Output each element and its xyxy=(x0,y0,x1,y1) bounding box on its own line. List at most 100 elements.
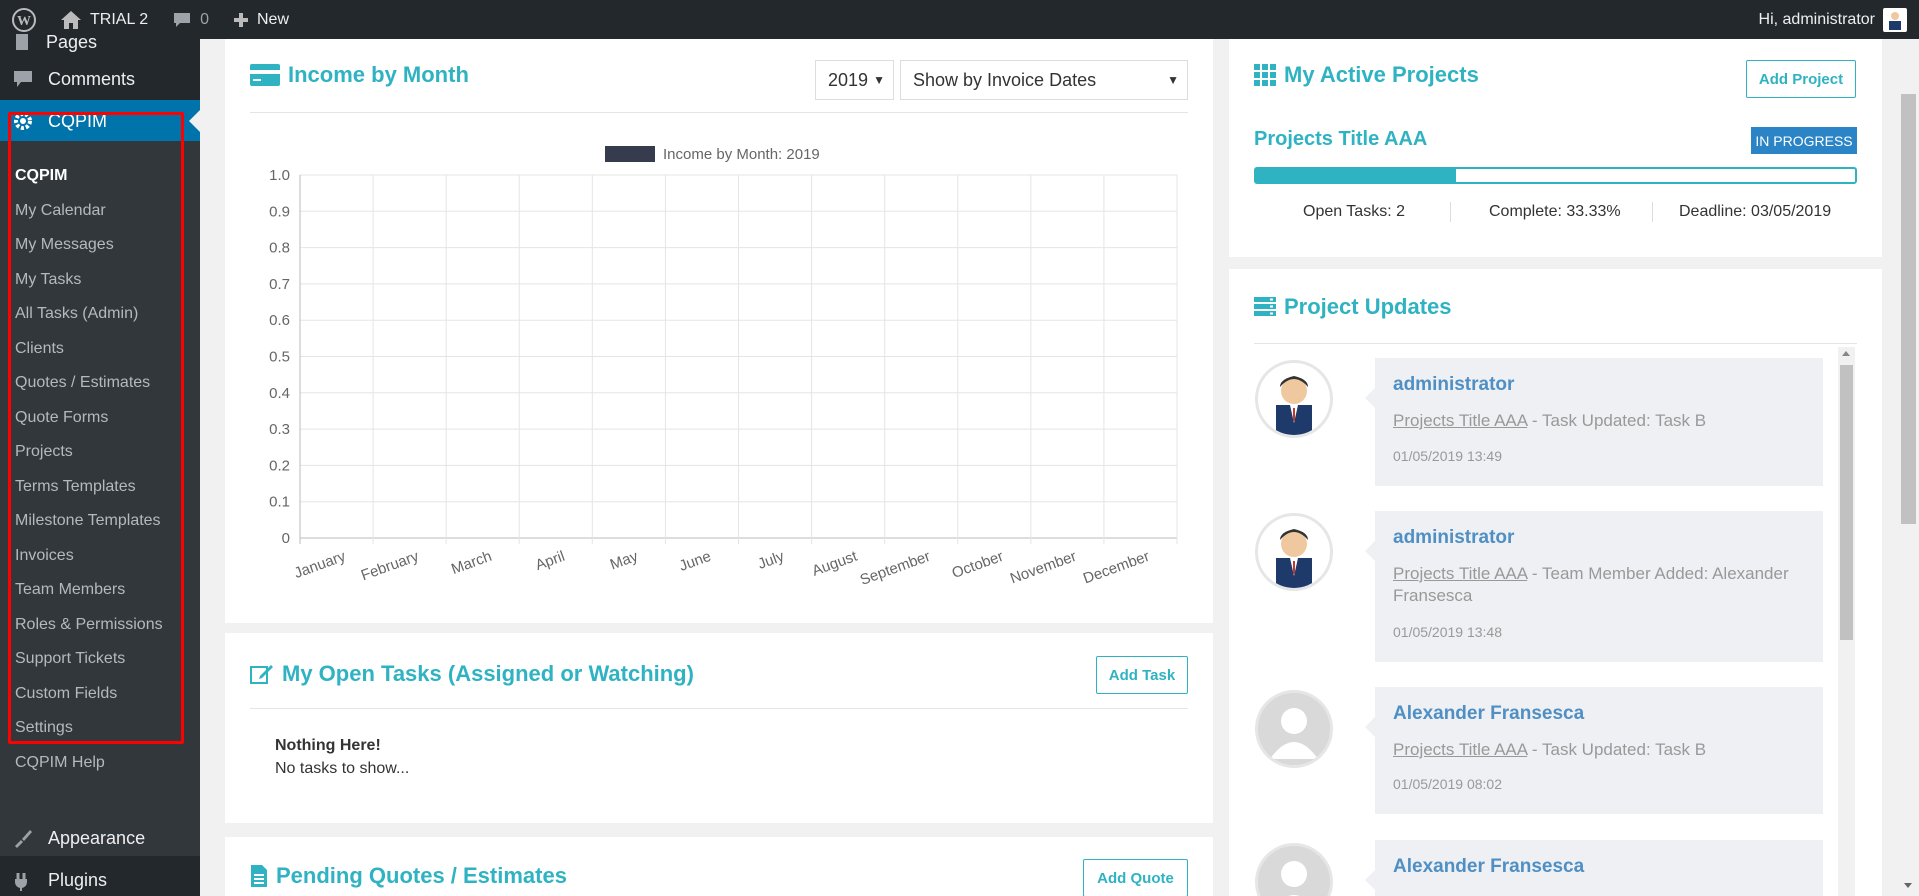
businessman-avatar-icon xyxy=(1276,529,1312,588)
menu-pages-label: Pages xyxy=(46,31,98,52)
complete-stat: Complete: 33.33% xyxy=(1489,203,1621,220)
user-avatar-icon xyxy=(1889,11,1901,30)
projects-title: My Active Projects xyxy=(1254,62,1479,88)
menu-comments-label: Comments xyxy=(48,68,136,89)
tasks-title: My Open Tasks (Assigned or Watching) xyxy=(250,661,694,687)
year-select-value: 2019 xyxy=(828,69,869,90)
income-title-text: Income by Month xyxy=(288,62,469,87)
update-card-pointer xyxy=(1365,541,1375,561)
document-icon xyxy=(251,865,267,887)
menu-plugins[interactable]: Plugins xyxy=(0,859,200,896)
x-tick-label: February xyxy=(359,548,422,585)
projects-title-text: My Active Projects xyxy=(1284,62,1479,87)
x-tick-label: March xyxy=(449,548,494,578)
update-card-pointer xyxy=(1365,717,1375,737)
add-project-button[interactable]: Add Project xyxy=(1746,60,1856,98)
menu-plugins-label: Plugins xyxy=(48,869,108,890)
page-scrollbar-thumb[interactable] xyxy=(1901,94,1916,524)
update-time: 01/05/2019 08:02 xyxy=(1393,776,1502,792)
credit-card-icon xyxy=(250,64,280,86)
avatar xyxy=(1255,360,1333,438)
x-tick-label: July xyxy=(756,548,787,573)
y-tick-label: 0.3 xyxy=(269,421,290,438)
menu-comments[interactable]: Comments xyxy=(0,58,200,100)
new-label: New xyxy=(257,10,290,28)
status-badge: IN PROGRESS xyxy=(1751,127,1857,154)
default-user-icon xyxy=(1281,861,1307,896)
chart-grid xyxy=(299,174,1178,544)
updates-title-text: Project Updates xyxy=(1284,294,1452,319)
comments-icon xyxy=(14,71,32,87)
add-quote-button[interactable]: Add Quote xyxy=(1083,859,1188,896)
update-user[interactable]: administrator xyxy=(1393,527,1514,549)
project-progress-fill xyxy=(1256,169,1456,182)
x-tick-label: January xyxy=(292,548,348,582)
grid-icon xyxy=(1254,64,1276,86)
y-tick-label: 0.1 xyxy=(269,494,290,511)
y-tick-label: 0.6 xyxy=(269,312,290,329)
chart-legend: Income by Month: 2019 xyxy=(605,146,820,163)
y-tick-label: 0.7 xyxy=(269,276,290,293)
update-time: 01/05/2019 13:49 xyxy=(1393,448,1502,464)
update-message: Projects Title AAA - Task Updated: Task … xyxy=(1393,739,1813,761)
x-tick-label: August xyxy=(810,548,860,580)
chart-y-axis: 1.0 0.9 0.8 0.7 0.6 0.5 0.4 0.3 0.2 0.1 0 xyxy=(269,167,290,547)
income-chart: Income by Month: 2019 1.0 0.9 0.8 0.7 0.6 0.5… xyxy=(269,146,1178,589)
menu-appearance[interactable]: Appearance xyxy=(0,817,200,859)
y-tick-label: 0.5 xyxy=(269,349,290,366)
update-project-link[interactable]: Projects Title AAA xyxy=(1393,740,1527,759)
updates-divider xyxy=(1254,343,1857,344)
menu-pages[interactable]: Pages xyxy=(0,25,200,59)
update-user[interactable]: Alexander Fransesca xyxy=(1393,856,1584,878)
tasks-empty-message: No tasks to show... xyxy=(275,760,410,777)
income-divider xyxy=(250,112,1188,113)
quotes-title: Pending Quotes / Estimates xyxy=(250,863,567,889)
scroll-up-arrow-icon[interactable] xyxy=(1842,351,1850,356)
x-tick-label: May xyxy=(608,548,641,574)
avatar xyxy=(1255,690,1333,768)
update-user[interactable]: Alexander Fransesca xyxy=(1393,703,1584,725)
show-by-select-value: Show by Invoice Dates xyxy=(913,69,1097,90)
y-tick-label: 0.2 xyxy=(269,457,290,474)
x-tick-label: November xyxy=(1008,548,1079,588)
x-tick-label: April xyxy=(533,548,567,574)
legend-label: Income by Month: 2019 xyxy=(663,146,820,163)
update-card-pointer xyxy=(1365,388,1375,408)
updates-scrollbar[interactable] xyxy=(1838,347,1855,896)
show-by-select[interactable]: Show by Invoice Dates ▼ xyxy=(900,60,1188,100)
update-card-pointer xyxy=(1365,870,1375,890)
businessman-avatar-icon xyxy=(1276,376,1312,435)
chart-x-axis: January February March April May June July Augu… xyxy=(292,548,1152,589)
submenu-item-cqpim-help[interactable]: CQPIM Help xyxy=(0,746,200,781)
server-icon xyxy=(1254,297,1276,316)
tasks-title-text: My Open Tasks (Assigned or Watching) xyxy=(282,661,694,686)
plus-icon xyxy=(234,12,248,27)
edit-icon xyxy=(250,665,273,684)
default-user-icon xyxy=(1270,708,1318,759)
tasks-empty-title: Nothing Here! xyxy=(275,737,381,754)
project-progress-bar xyxy=(1254,167,1857,184)
project-title-link[interactable]: Projects Title AAA xyxy=(1254,128,1427,151)
y-tick-label: 1.0 xyxy=(269,167,290,184)
update-project-link[interactable]: Projects Title AAA xyxy=(1393,564,1527,583)
admin-bar: W TRIAL 2 0 New Hi, administrator xyxy=(0,0,1919,39)
user-account-menu[interactable]: Hi, administrator xyxy=(1747,0,1919,39)
stat-separator xyxy=(1450,202,1451,222)
year-select[interactable]: 2019 ▼ xyxy=(815,60,894,100)
updates-scrollbar-thumb[interactable] xyxy=(1840,365,1853,640)
scroll-down-arrow-icon[interactable] xyxy=(1904,883,1912,888)
y-tick-label: 0.9 xyxy=(269,203,290,220)
chevron-down-icon: ▼ xyxy=(873,73,885,87)
update-message-text: - Task Updated: Task B xyxy=(1527,411,1707,430)
add-task-button[interactable]: Add Task xyxy=(1096,656,1188,694)
update-user[interactable]: administrator xyxy=(1393,374,1514,396)
page-scrollbar[interactable] xyxy=(1898,39,1919,896)
update-card: Alexander Fransesca xyxy=(1365,840,1823,896)
new-content-link[interactable]: New xyxy=(221,0,301,39)
update-project-link[interactable]: Projects Title AAA xyxy=(1393,411,1527,430)
deadline-stat: Deadline: 03/05/2019 xyxy=(1679,203,1832,220)
income-title: Income by Month xyxy=(250,62,469,88)
open-tasks-stat: Open Tasks: 2 xyxy=(1303,203,1405,220)
x-tick-label: September xyxy=(858,548,933,589)
update-message: Projects Title AAA - Task Updated: Task … xyxy=(1393,410,1813,432)
